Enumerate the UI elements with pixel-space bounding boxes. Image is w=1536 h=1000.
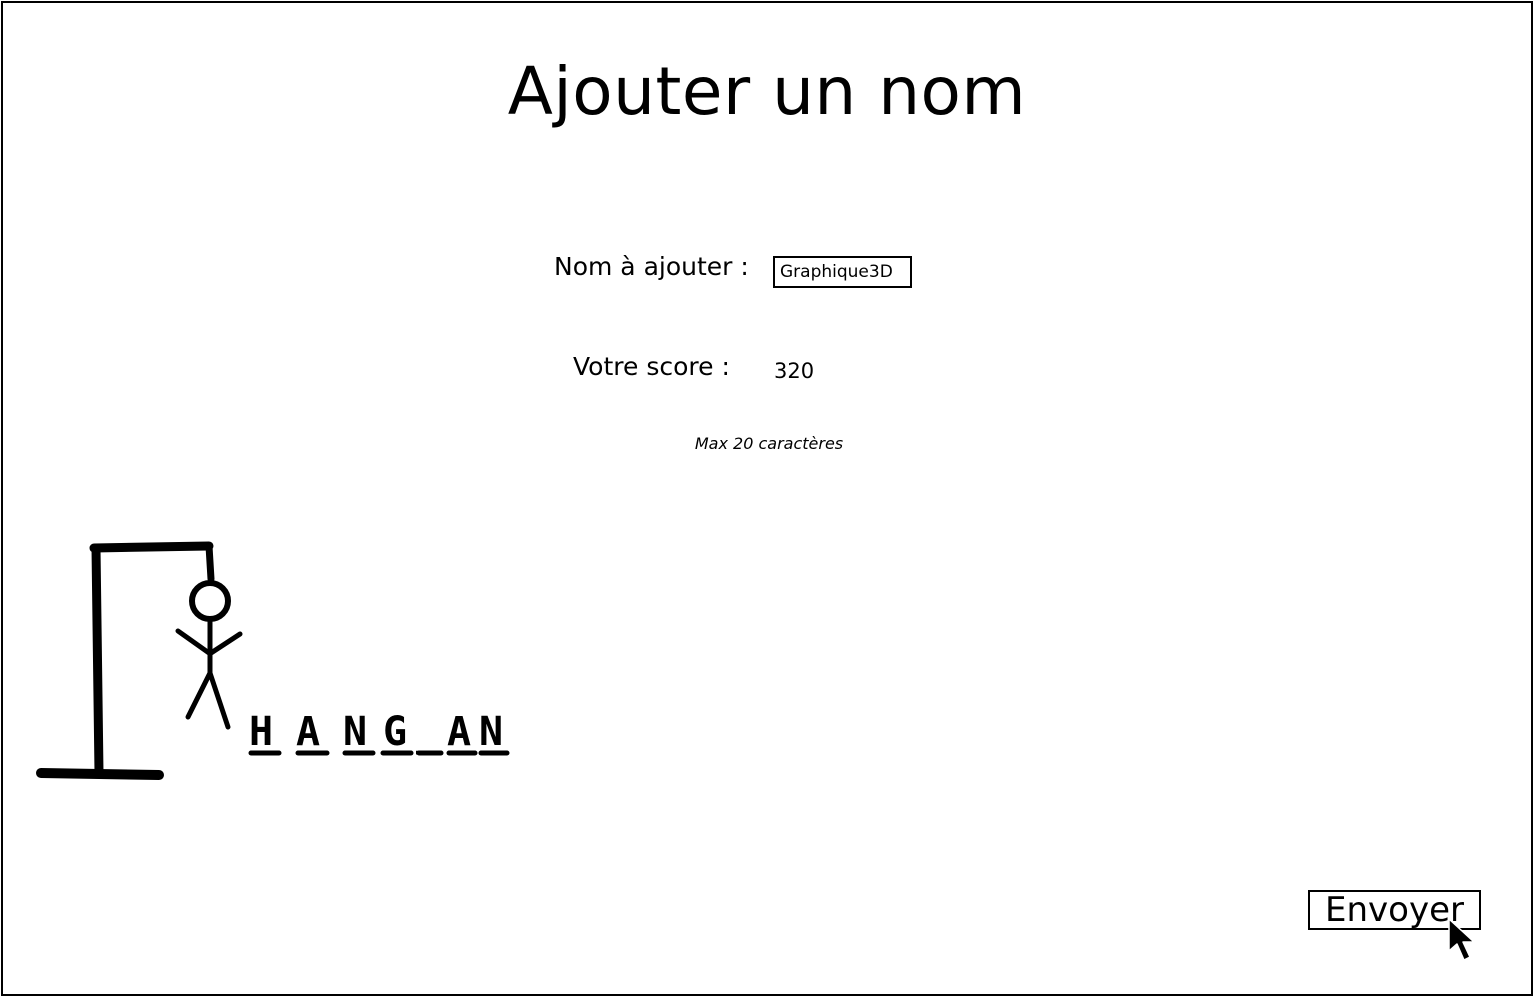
hangman-letters: H A N G _ A N — [249, 709, 503, 755]
max-length-hint: Max 20 caractères — [694, 434, 844, 453]
mouse-pointer-icon — [1448, 918, 1475, 961]
logo-letter: N — [479, 709, 503, 755]
hangman-gallows-icon — [36, 541, 243, 780]
logo-letter: N — [343, 709, 367, 755]
logo-letter: A — [296, 709, 320, 755]
page-title: Ajouter un nom — [507, 53, 1027, 130]
logo-letter: H — [249, 709, 273, 755]
logo-letter: _ — [416, 709, 441, 755]
window-frame: Ajouter un nom Nom à ajouter : Votre sco… — [1, 1, 1533, 996]
name-label: Nom à ajouter : — [554, 252, 749, 281]
hangman-logo: H A N G _ A N — [36, 541, 510, 780]
name-input[interactable] — [773, 256, 912, 288]
logo-letter: G — [383, 709, 407, 755]
logo-letter: A — [447, 709, 471, 755]
score-label: Votre score : — [573, 352, 730, 381]
score-value: 320 — [774, 359, 815, 383]
